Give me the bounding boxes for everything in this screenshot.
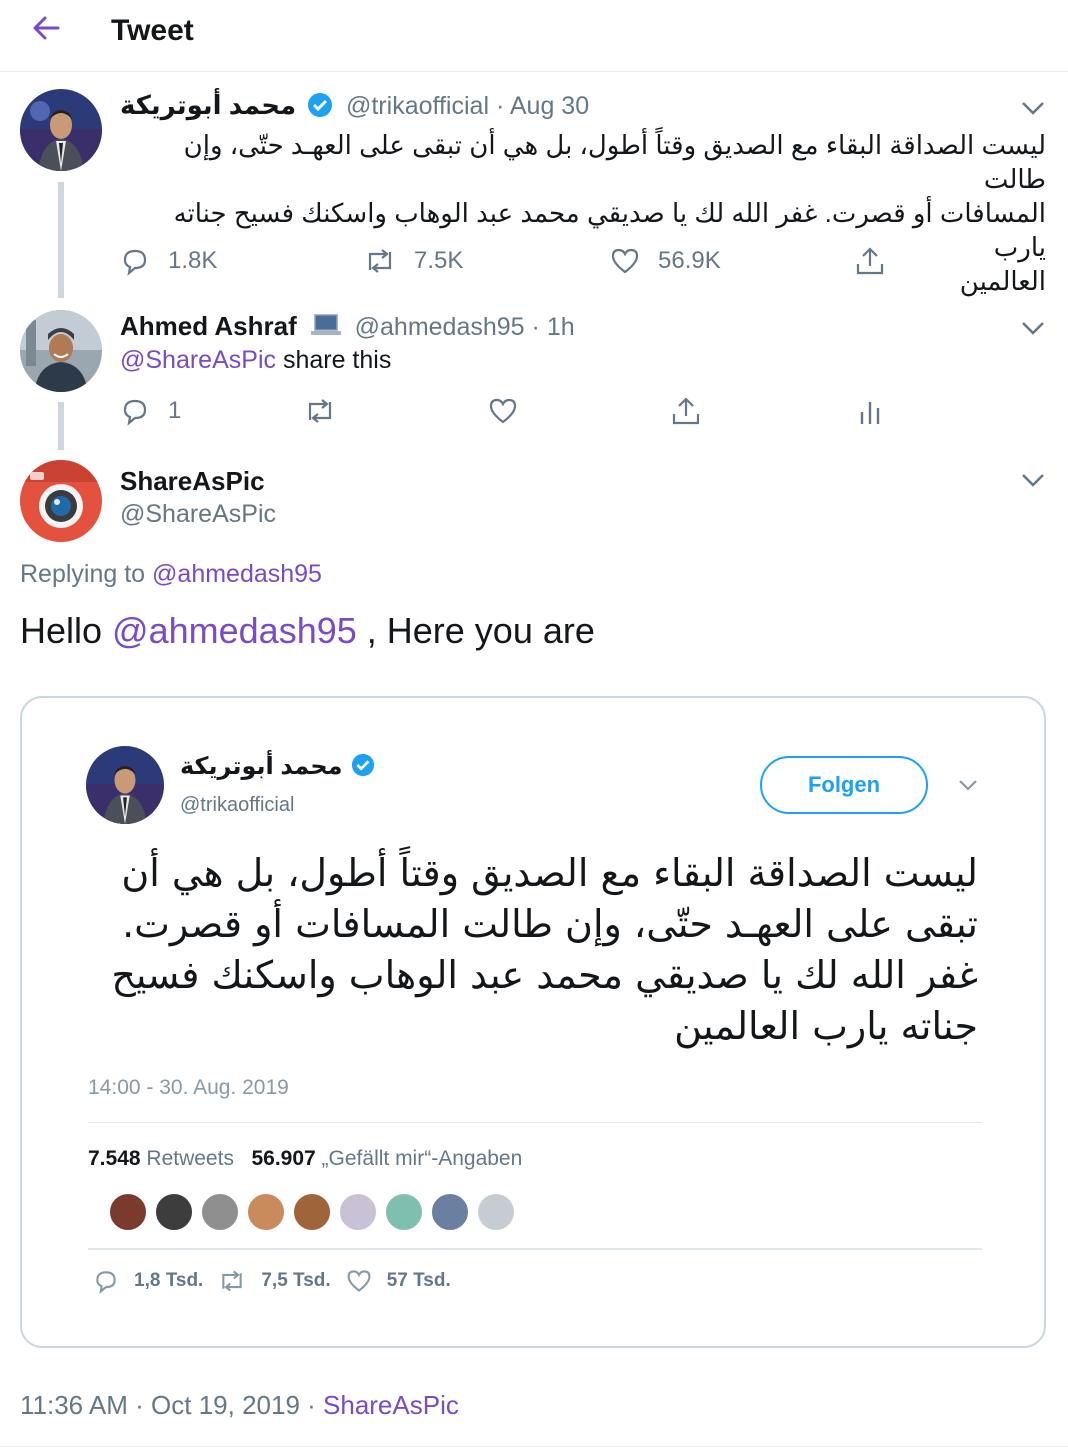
tweet-time[interactable]: 1h: [547, 313, 575, 341]
liker-avatar: [292, 1192, 332, 1232]
share-button[interactable]: [854, 246, 904, 276]
tweet-body-text: Hello: [20, 610, 113, 651]
thread-line: [58, 402, 64, 450]
divider: [0, 1446, 1068, 1447]
timestamp-text: 11:36 AM · Oct 19, 2019 ·: [20, 1390, 324, 1420]
tweet-text-line: ليست الصداقة البقاء مع الصديق وقتاً أطول…: [183, 130, 1046, 194]
divider: [88, 1122, 982, 1123]
share-button[interactable]: [670, 396, 720, 426]
heart-icon: [611, 248, 639, 274]
laptop-icon: [310, 313, 342, 344]
retweet-button[interactable]: 7.5K: [364, 246, 463, 276]
author-name[interactable]: Ahmed Ashraf: [120, 311, 297, 341]
tweet-text: ليست الصداقة البقاء مع الصديق وقتاً أطول…: [120, 128, 1046, 298]
replying-to: Replying to @ahmedash95: [20, 560, 322, 589]
retweet-icon: [368, 249, 392, 273]
tweet-text-body: share this: [276, 346, 392, 374]
like-count: 56.9K: [658, 247, 721, 274]
liker-avatar: [476, 1192, 516, 1232]
retweet-icon: [222, 1270, 243, 1292]
avatar[interactable]: [20, 460, 102, 542]
analytics-button[interactable]: [858, 396, 900, 426]
card-retweets: 7,5 Tsd.: [261, 1270, 331, 1291]
author-handle[interactable]: @trikaofficial: [346, 92, 489, 120]
tweet-image-card[interactable]: محمد أبوتريكة @trikaofficial Folgen ليست…: [20, 696, 1046, 1348]
back-arrow-icon[interactable]: [28, 12, 68, 46]
tweet-text-line: العالمين: [959, 266, 1046, 296]
thread-line: [58, 182, 64, 298]
verified-badge-icon: [307, 92, 333, 125]
avatar[interactable]: [20, 89, 102, 171]
page-title: Tweet: [111, 14, 194, 47]
card-tweet-text: ليست الصداقة البقاء مع الصديق وقتاً أطول…: [111, 851, 978, 1048]
card-author: محمد أبوتريكة: [180, 752, 375, 782]
follow-button: Folgen: [760, 756, 928, 814]
author-name[interactable]: ShareAsPic: [120, 466, 265, 496]
reply-icon: [123, 249, 147, 276]
retweet-count: 7.5K: [414, 247, 464, 274]
tweet-author: ShareAsPic: [120, 466, 265, 497]
card-author-handle: @trikaofficial: [180, 794, 295, 816]
card-likes: 57 Tsd.: [386, 1270, 451, 1291]
share-icon: [856, 247, 884, 275]
mention-link[interactable]: @ahmedash95: [112, 610, 357, 651]
tweet-timestamp: 11:36 AM · Oct 19, 2019 · ShareAsPic: [20, 1390, 459, 1421]
reply-icon: [123, 399, 147, 426]
reply-button[interactable]: 1: [120, 396, 181, 426]
mention-link[interactable]: @ShareAsPic: [120, 346, 276, 374]
top-bar: Tweet: [0, 0, 1068, 72]
likes-label: „Gefällt mir“-Angaben: [321, 1147, 523, 1170]
chevron-down-icon[interactable]: [1020, 100, 1046, 116]
liker-avatar: [108, 1192, 148, 1232]
heart-icon: [489, 398, 517, 424]
retweet-button[interactable]: [304, 396, 354, 426]
liker-avatar: [430, 1192, 470, 1232]
chevron-down-icon[interactable]: [1020, 320, 1046, 336]
tweet-header: محمد أبوتريكة @trikaofficial · Aug 30: [120, 90, 589, 125]
liker-avatar: [246, 1192, 286, 1232]
share-icon: [672, 397, 700, 425]
likes-count: 56.907: [251, 1147, 316, 1170]
author-handle[interactable]: @ShareAsPic: [120, 500, 276, 528]
card-avatar: [86, 746, 164, 824]
card-replies: 1,8 Tsd.: [134, 1270, 204, 1291]
avatar[interactable]: [20, 310, 102, 392]
chevron-down-icon: [959, 780, 977, 791]
liker-avatars: [108, 1192, 516, 1232]
tweet-text-line: المسافات أو قصرت. غفر الله لك يا صديقي م…: [173, 198, 1046, 262]
retweets-label: Retweets: [146, 1147, 234, 1170]
reply-count: 1.8K: [168, 247, 218, 274]
heart-icon: [347, 1270, 371, 1292]
card-author-name: محمد أبوتريكة: [180, 753, 343, 780]
liker-avatar: [384, 1192, 424, 1232]
tweet-header: Ahmed Ashraf @ahmedash95 · 1h: [120, 311, 575, 344]
divider: [88, 1248, 982, 1250]
replying-to-label: Replying to: [20, 560, 153, 588]
liker-avatar: [338, 1192, 378, 1232]
tweet-body: Hello @ahmedash95 , Here you are: [20, 610, 595, 652]
source-link[interactable]: ShareAsPic: [323, 1390, 459, 1420]
liker-avatar: [154, 1192, 194, 1232]
tweet-date[interactable]: Aug 30: [510, 92, 589, 120]
card-datetime: 14:00 - 30. Aug. 2019: [88, 1076, 289, 1099]
tweet-body-text: , Here you are: [356, 610, 595, 651]
author-name[interactable]: محمد أبوتريكة: [120, 90, 296, 120]
retweets-count: 7.548: [88, 1147, 141, 1170]
replying-to-handle[interactable]: @ahmedash95: [152, 560, 322, 588]
tweet-author-handle-row: @ShareAsPic: [120, 500, 276, 529]
card-stats: 7.548 Retweets 56.907 „Gefällt mir“-Anga…: [88, 1147, 522, 1171]
like-button[interactable]: [488, 396, 536, 426]
analytics-icon: [860, 402, 880, 424]
card-actions: 1,8 Tsd. 7,5 Tsd. 57 Tsd.: [92, 1268, 465, 1294]
tweet-text: @ShareAsPic share this: [120, 346, 391, 375]
liker-avatar: [200, 1192, 240, 1232]
like-button[interactable]: 56.9K: [610, 246, 721, 276]
retweet-icon: [308, 399, 332, 423]
verified-badge-icon: [351, 753, 375, 782]
chevron-down-icon[interactable]: [1020, 472, 1046, 488]
reply-count: 1: [168, 397, 182, 424]
author-handle[interactable]: @ahmedash95: [355, 313, 525, 341]
reply-button[interactable]: 1.8K: [120, 246, 217, 276]
reply-icon: [96, 1271, 116, 1294]
